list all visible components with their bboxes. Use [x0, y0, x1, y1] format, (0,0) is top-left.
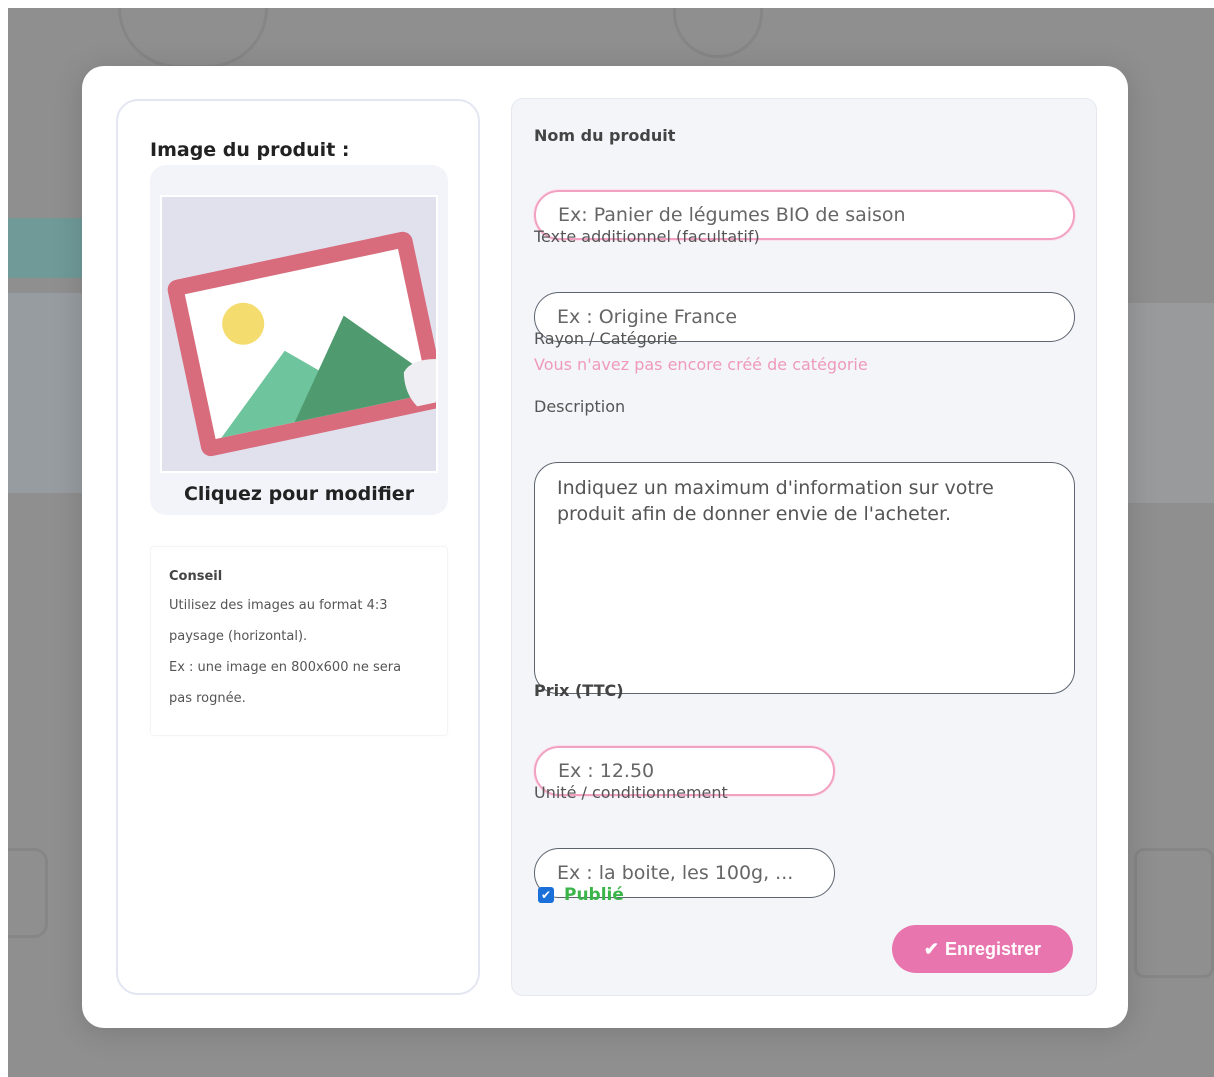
image-placeholder[interactable]	[160, 195, 438, 473]
published-label[interactable]: Publié	[564, 885, 624, 905]
checkmark-icon: ✔	[923, 938, 940, 959]
image-placeholder-icon	[167, 231, 436, 457]
description-label: Description	[534, 397, 626, 416]
background-doodle-lamp	[673, 8, 763, 58]
tip-title: Conseil	[169, 569, 223, 584]
image-edit-caption[interactable]: Cliquez pour modifier	[150, 483, 448, 505]
tip-line: pas rognée.	[169, 691, 246, 706]
tip-line: Utilisez des images au format 4:3	[169, 598, 388, 613]
description-textarea[interactable]	[534, 462, 1075, 694]
background-band	[8, 293, 84, 493]
background-doodle-shop	[1134, 848, 1214, 978]
price-label: Prix (TTC)	[534, 681, 624, 700]
tip-line: Ex : une image en 800x600 ne sera	[169, 660, 402, 675]
image-panel: Image du produit : Cliquez pour modifier	[116, 99, 480, 995]
product-modal: Image du produit : Cliquez pour modifier	[82, 66, 1128, 1028]
product-form: Nom du produit Texte additionnel (facult…	[511, 98, 1097, 996]
tip-box: Conseil Utilisez des images au format 4:…	[150, 546, 448, 736]
published-checkbox[interactable]: ✔	[538, 887, 554, 903]
category-label: Rayon / Catégorie	[534, 329, 678, 348]
category-empty-hint: Vous n'avez pas encore créé de catégorie	[534, 355, 868, 374]
background-band-right	[1124, 303, 1214, 503]
image-upload-area[interactable]: Cliquez pour modifier	[150, 165, 448, 515]
background-doodle-bowl	[118, 8, 268, 68]
background-doodle-jar	[8, 848, 48, 938]
save-button[interactable]: ✔ Enregistrer	[892, 925, 1073, 973]
published-toggle[interactable]: ✔ Publié	[538, 885, 624, 905]
save-button-label: Enregistrer	[945, 938, 1042, 959]
product-name-label: Nom du produit	[534, 126, 676, 145]
image-panel-title: Image du produit :	[150, 139, 350, 161]
background-banner-left	[8, 218, 84, 278]
tip-line: paysage (horizontal).	[169, 629, 308, 644]
checkmark-icon: ✔	[540, 888, 552, 902]
extra-text-label: Texte additionnel (facultatif)	[534, 227, 760, 246]
unit-label: Unité / conditionnement	[534, 783, 728, 802]
